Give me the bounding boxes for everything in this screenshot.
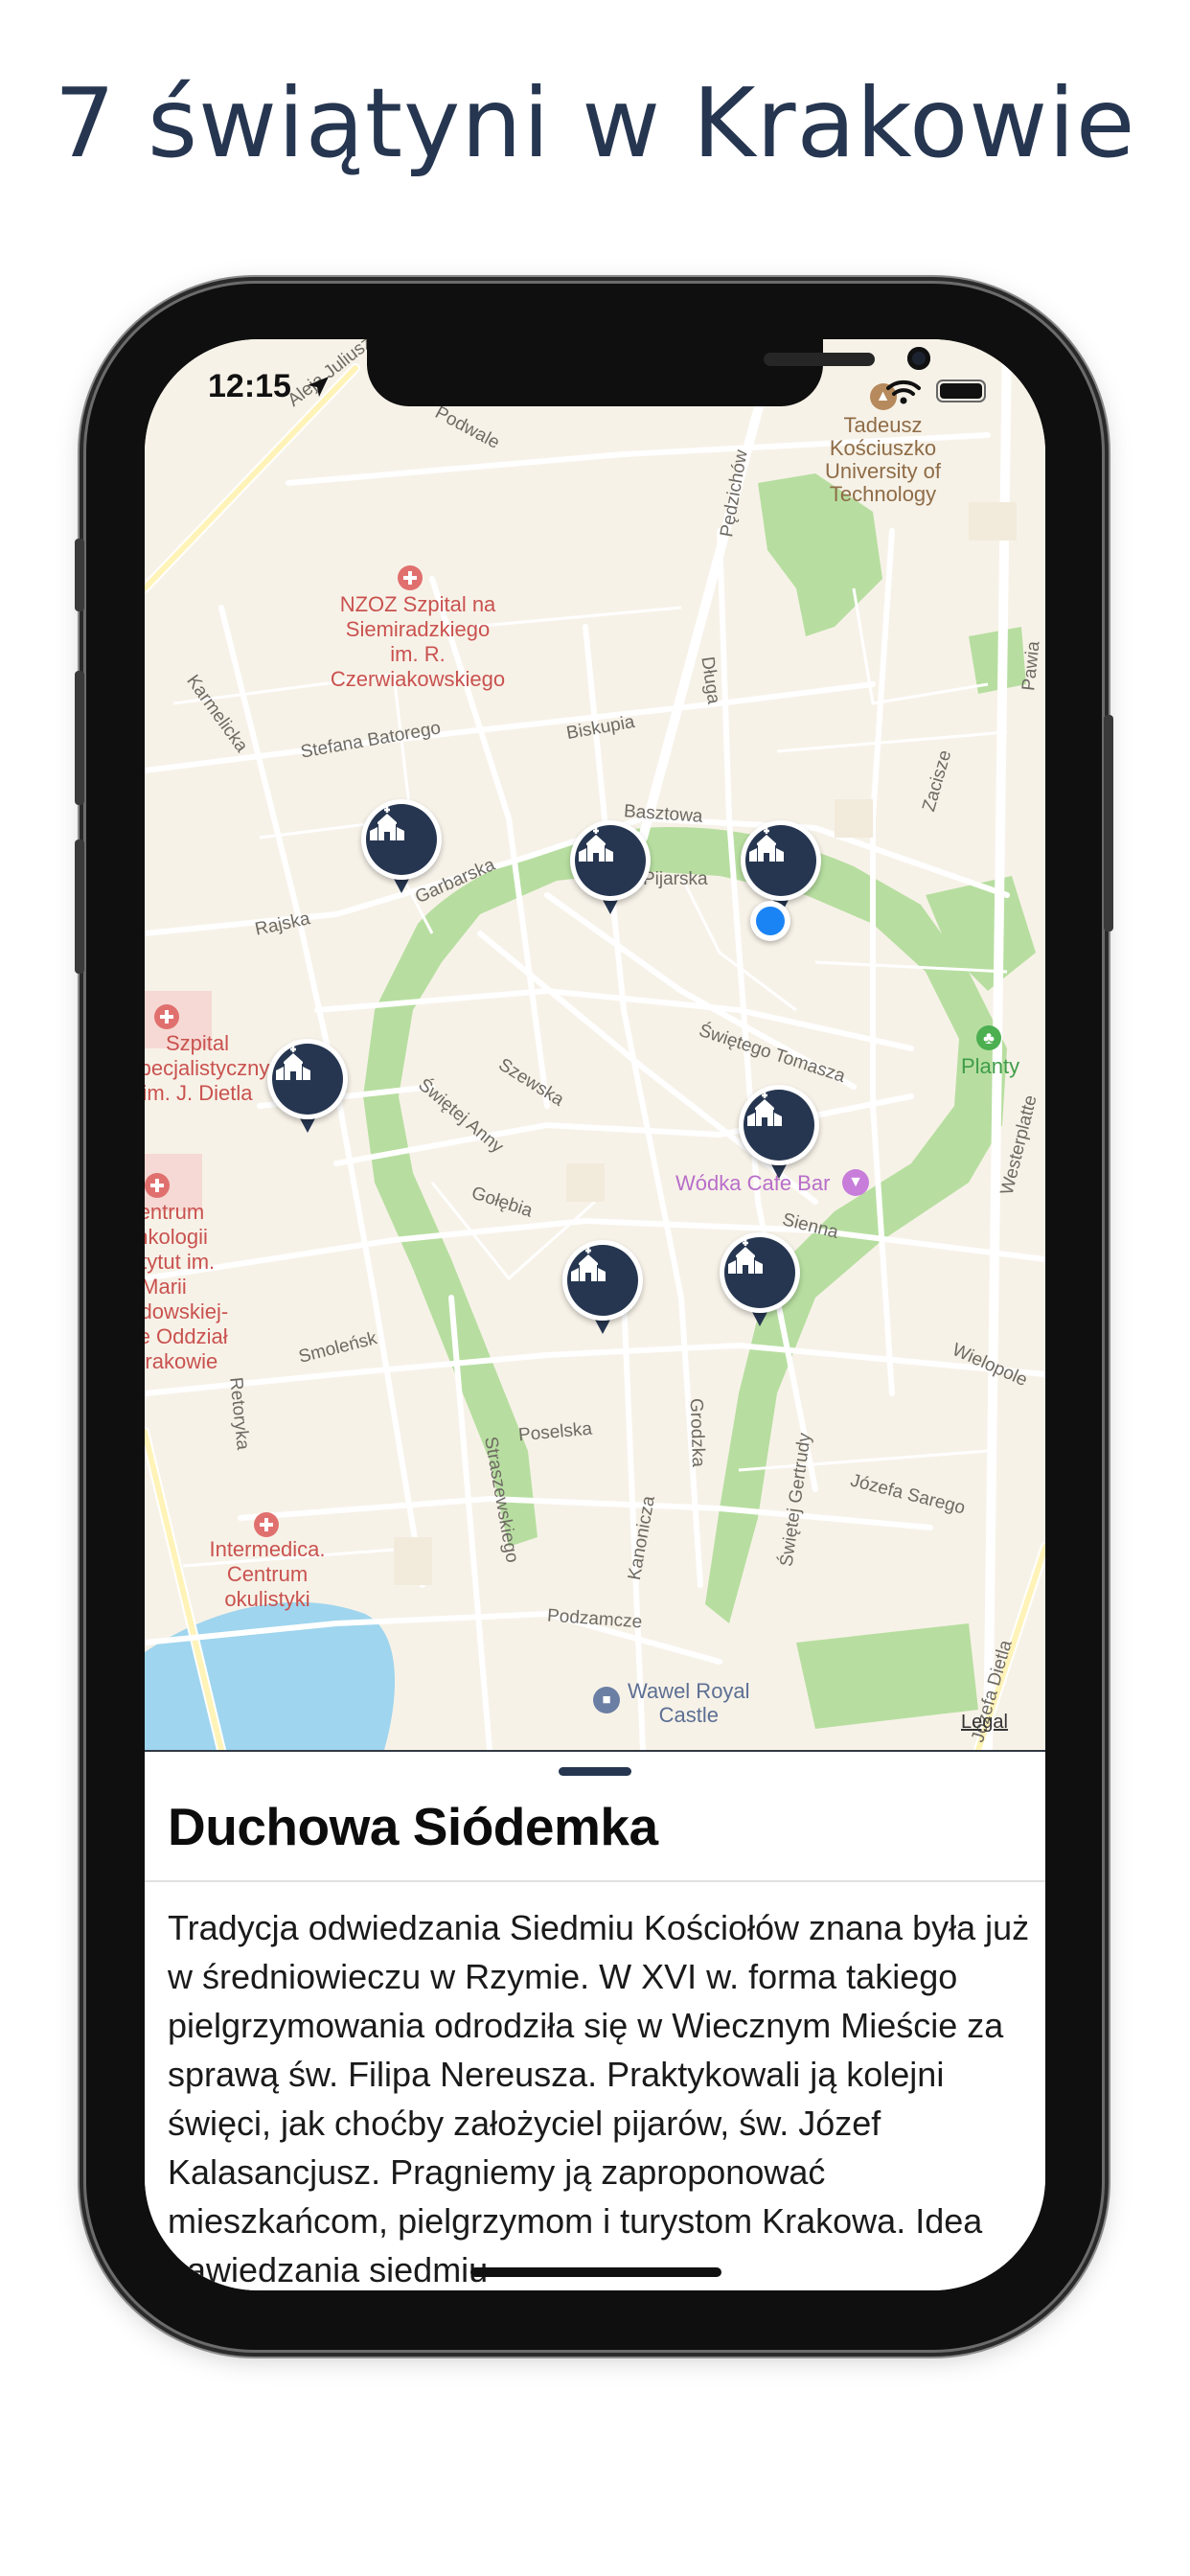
sheet-body-text: Tradycja odwiedzania Siedmiu Kościołów z… [168,1908,1030,2289]
poi-tadeusz-university[interactable]: ▲ Tadeusz Kościuszko University of Techn… [825,383,941,506]
street-label: Pijarska [643,869,708,889]
info-sheet[interactable]: Duchowa Siódemka Tradycja odwiedzania Si… [145,1750,1045,2290]
church-icon [579,828,613,862]
sheet-grabber[interactable] [559,1767,631,1776]
legal-link[interactable]: Legal [961,1712,1008,1734]
silent-switch [75,539,84,611]
phone-screen: Aleja Juliusza Podwale Karmelicka Stefan… [145,339,1045,2290]
bar-icon: ▼ [842,1169,869,1196]
church-icon [747,1092,782,1126]
poi-wawel-castle[interactable]: Wawel Royal Castle [628,1679,750,1727]
poi-nzoz-hospital[interactable]: NZOZ Szpital na Siemiradzkiego im. R. Cz… [312,592,523,692]
sheet-divider [145,1880,1045,1882]
volume-down-button [75,840,84,974]
hospital-icon [254,1512,279,1537]
poi-planty[interactable]: Planty [961,1054,1019,1079]
church-pin[interactable] [361,799,442,897]
volume-up-button [75,671,84,805]
phone-frame: Aleja Juliusza Podwale Karmelicka Stefan… [75,284,1113,2350]
park-icon: ♣ [976,1025,1001,1050]
church-pin[interactable] [570,820,651,918]
sheet-title: Duchowa Siódemka [168,1797,658,1856]
front-camera [907,347,930,370]
museum-icon: ■ [593,1687,620,1714]
church-icon [276,1046,310,1080]
map-view[interactable]: Aleja Juliusza Podwale Karmelicka Stefan… [145,339,1045,1750]
location-arrow-icon [308,377,329,397]
poi-szpital-dietla[interactable]: Szpital Specjalistyczny im. J. Dietla [145,1031,269,1106]
speaker [764,353,875,366]
church-pin[interactable] [739,1085,819,1183]
hospital-icon [145,1173,170,1198]
battery-icon [936,380,986,402]
hospital-icon [398,565,423,590]
church-icon [571,1248,606,1281]
poi-centrum-onkologii[interactable]: Centrum Onkologii Instytut im. Marii Skł… [145,1200,231,1374]
hospital-icon [154,1004,179,1029]
page-headline: 7 świątyni w Krakowie [54,67,1136,179]
poi-intermedica[interactable]: Intermedica. Centrum okulistyki [200,1537,334,1612]
street-label: Grodzka [685,1397,709,1468]
church-pin[interactable] [562,1240,643,1338]
church-icon [749,828,784,862]
poi-label: Tadeusz Kościuszko University of Technol… [825,413,942,506]
church-pin[interactable] [267,1039,348,1137]
wifi-icon [886,380,921,404]
church-icon [728,1240,763,1274]
notch [367,339,930,406]
church-pin[interactable] [720,1232,800,1330]
power-button [1104,715,1113,932]
church-icon [370,807,404,840]
user-location-dot [750,901,790,941]
status-time: 12:15 [208,368,291,404]
home-indicator[interactable] [470,2267,721,2277]
